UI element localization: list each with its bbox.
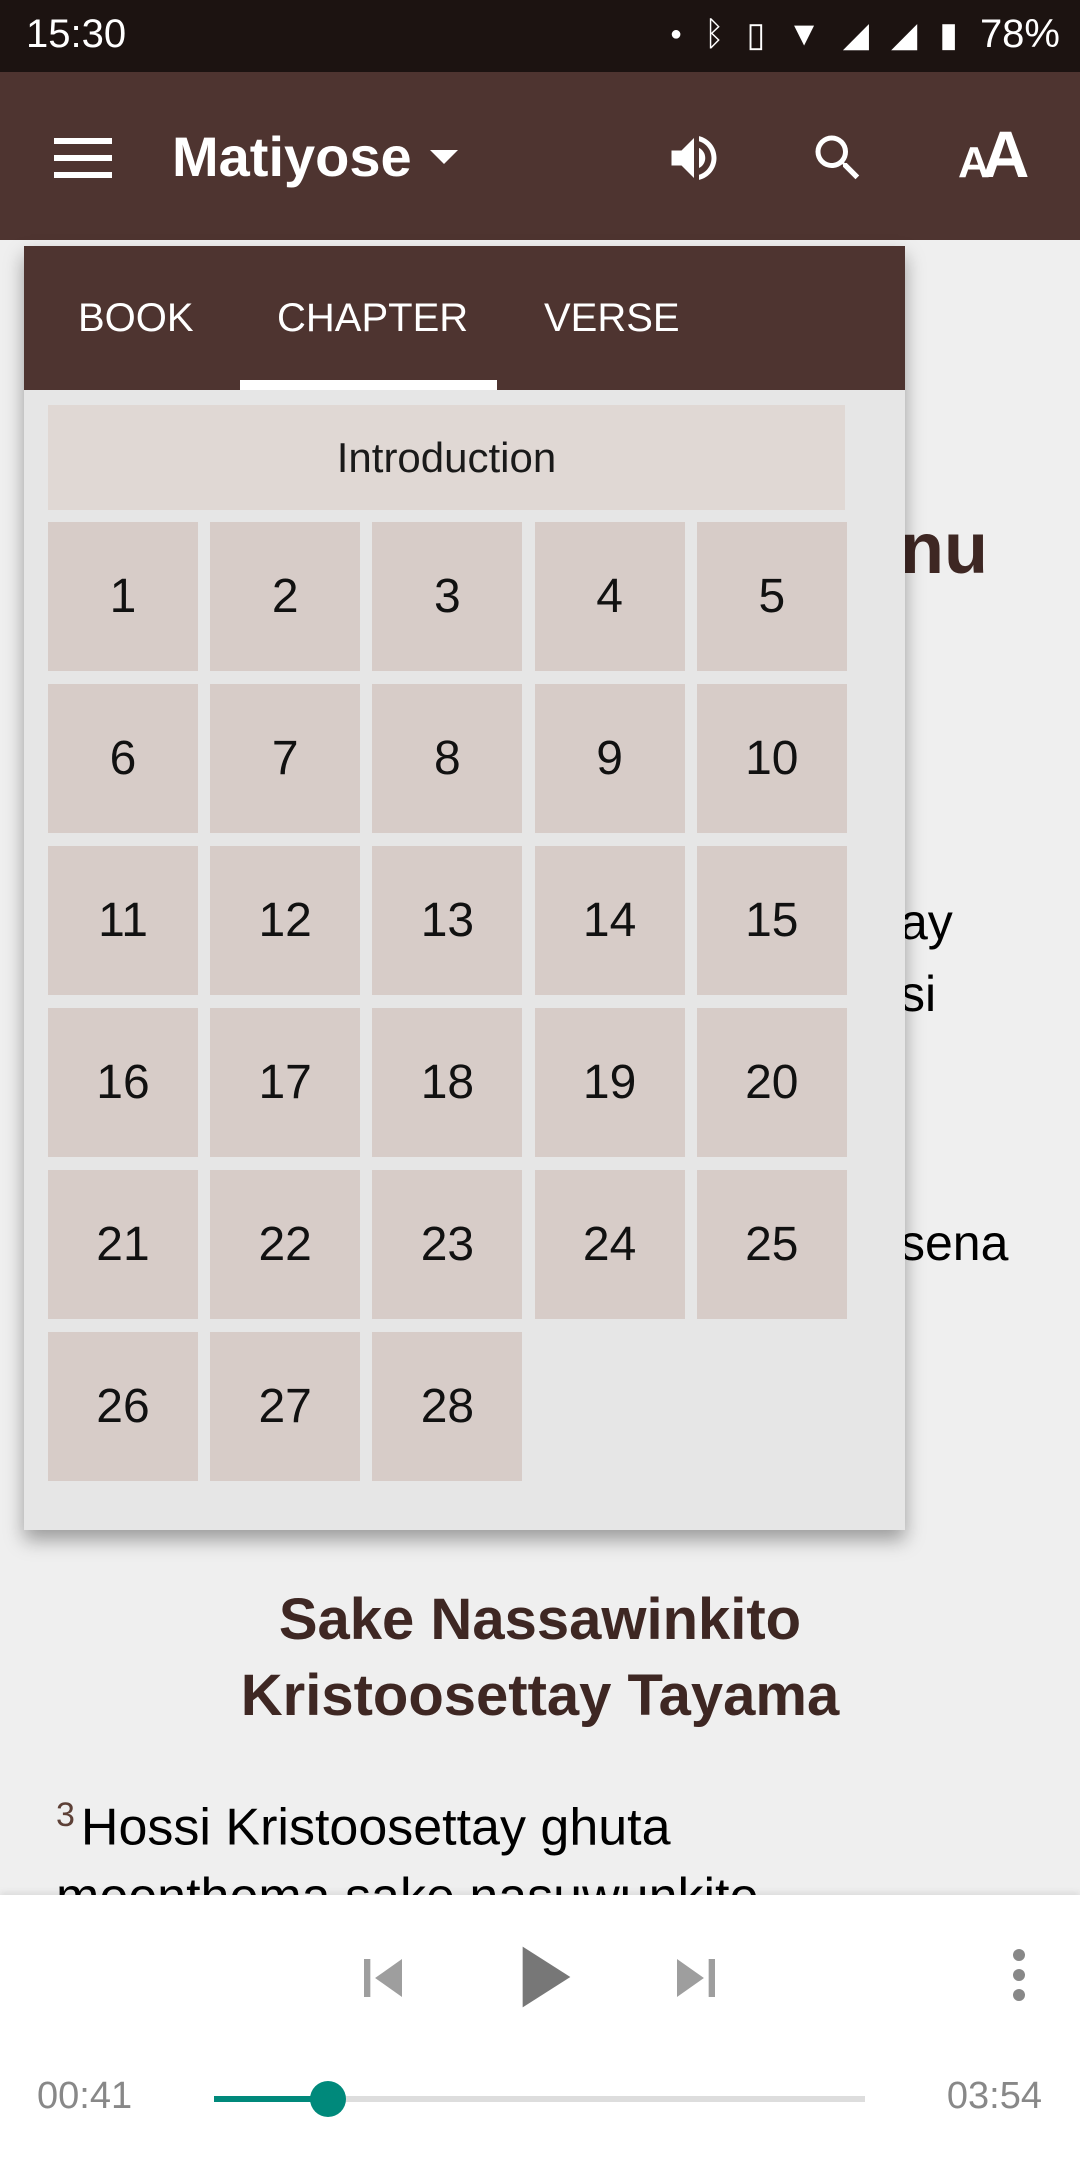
chapter-button[interactable]: 12 xyxy=(210,846,361,995)
notification-dot-icon: ● xyxy=(670,23,683,45)
book-title: Matiyose xyxy=(172,125,412,188)
tab-chapter[interactable]: CHAPTER xyxy=(277,296,468,341)
heading-line-1: Sake Nassawinkito xyxy=(278,1587,802,1652)
seek-bar[interactable] xyxy=(214,2081,865,2117)
chapter-button[interactable]: 14 xyxy=(534,846,685,995)
chapter-button[interactable]: 16 xyxy=(48,1008,198,1157)
menu-icon[interactable] xyxy=(54,138,112,178)
background-text-fragment: sena xyxy=(900,1215,1009,1271)
background-text-fragment: ay xyxy=(900,894,953,950)
status-bar: 15:30 ● ᛒ ▯ ▼ ◢ ◢ ▮ 78% xyxy=(0,0,1080,72)
status-time: 15:30 xyxy=(26,12,127,56)
chapter-button[interactable]: 10 xyxy=(696,684,847,833)
speaker-icon[interactable] xyxy=(664,128,724,188)
signal-icon: ◢ xyxy=(842,15,870,54)
chapter-button[interactable]: 3 xyxy=(372,522,523,671)
chapter-button[interactable]: 13 xyxy=(372,846,523,995)
chapter-button[interactable]: 8 xyxy=(372,684,523,833)
chapter-button[interactable]: 2 xyxy=(210,522,361,671)
tab-verse[interactable]: VERSE xyxy=(544,296,680,341)
chapter-button[interactable]: 19 xyxy=(534,1008,685,1157)
skip-next-icon[interactable] xyxy=(658,1940,734,2016)
battery-level: 78% xyxy=(979,12,1060,56)
background-text-fragment: si xyxy=(900,966,937,1022)
skip-previous-icon[interactable] xyxy=(345,1940,421,2016)
chapter-button[interactable]: 5 xyxy=(696,522,847,671)
verse-number: 3 xyxy=(56,1796,75,1834)
chapter-button[interactable]: 28 xyxy=(372,1332,523,1481)
battery-icon: ▮ xyxy=(939,15,958,54)
chapter-button[interactable]: 26 xyxy=(48,1332,198,1481)
chapter-button[interactable]: 25 xyxy=(696,1170,847,1319)
chapter-button[interactable]: 9 xyxy=(534,684,685,833)
book-selector[interactable]: Matiyose xyxy=(172,124,458,189)
chapter-button[interactable]: 18 xyxy=(372,1008,523,1157)
chapter-button[interactable]: 20 xyxy=(696,1008,847,1157)
chapter-button[interactable]: 21 xyxy=(48,1170,198,1319)
chapter-button[interactable]: 24 xyxy=(534,1170,685,1319)
chapter-button[interactable]: 17 xyxy=(210,1008,361,1157)
play-icon[interactable] xyxy=(488,1925,592,2029)
bluetooth-icon: ᛒ xyxy=(704,15,725,53)
total-duration: 03:54 xyxy=(946,2075,1042,2117)
vibrate-icon: ▯ xyxy=(746,15,766,54)
seek-bar-thumb[interactable] xyxy=(309,2081,346,2117)
background-heading-fragment: nu xyxy=(900,509,988,589)
more-options-icon[interactable] xyxy=(994,1945,1044,2005)
chapter-button[interactable]: 15 xyxy=(696,846,847,995)
verse-line-1: Hossi Kristoosettay ghuta xyxy=(80,1798,671,1857)
chapter-button[interactable]: 11 xyxy=(48,846,198,995)
chapter-button[interactable]: 27 xyxy=(210,1332,361,1481)
chapter-chooser-popup: BOOK CHAPTER VERSE Introduction 12345678… xyxy=(24,246,905,1530)
heading-line-2: Kristoosettay Tayama xyxy=(240,1663,840,1728)
chapter-button[interactable]: 22 xyxy=(210,1170,361,1319)
font-size-icon[interactable]: AA xyxy=(958,116,1030,192)
introduction-button[interactable]: Introduction xyxy=(48,405,845,510)
chapter-button[interactable]: 7 xyxy=(210,684,361,833)
chapter-button[interactable]: 6 xyxy=(48,684,198,833)
chapter-button[interactable]: 1 xyxy=(48,522,198,671)
app-bar: Matiyose AA xyxy=(0,72,1080,240)
audio-player: 00:41 03:54 xyxy=(0,1895,1080,2160)
section-heading: Sake Nassawinkito Kristoosettay Tayama xyxy=(0,1582,1080,1734)
chooser-tabs: BOOK CHAPTER VERSE xyxy=(24,246,905,390)
tab-book[interactable]: BOOK xyxy=(78,296,194,341)
wifi-icon: ▼ xyxy=(787,15,821,53)
search-icon[interactable] xyxy=(808,128,868,188)
selected-tab-indicator xyxy=(240,380,497,390)
dropdown-caret-icon xyxy=(429,149,458,164)
chapter-button[interactable]: 23 xyxy=(372,1170,523,1319)
elapsed-time: 00:41 xyxy=(37,2075,133,2117)
signal-icon-2: ◢ xyxy=(891,15,918,54)
chapter-button[interactable]: 4 xyxy=(534,522,685,671)
